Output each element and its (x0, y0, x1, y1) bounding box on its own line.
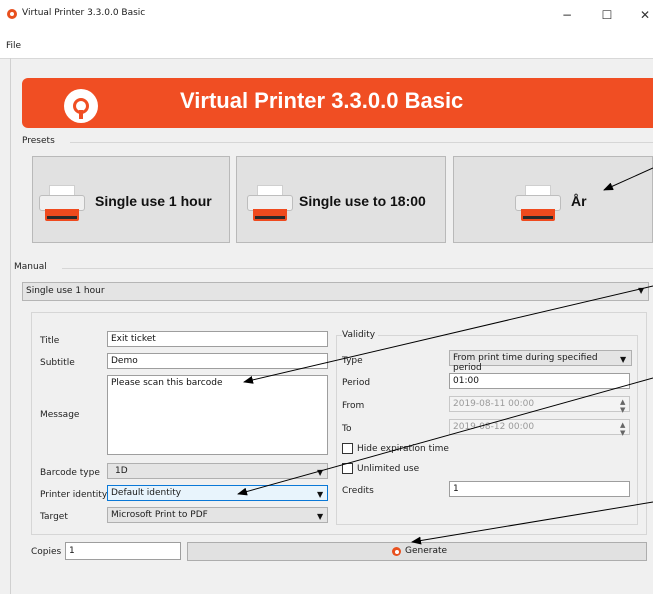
title-label: Title (40, 336, 60, 346)
validity-group-label: Validity (342, 330, 379, 340)
title-input[interactable] (107, 331, 328, 347)
barcode-type-value: 1D (115, 466, 128, 476)
preset-tile-label: Single use 1 hour (95, 193, 212, 209)
chevron-down-icon: ▼ (317, 468, 324, 477)
subtitle-input[interactable] (107, 353, 328, 369)
manual-group-label: Manual (14, 262, 47, 272)
chevron-down-icon: ▼ (638, 286, 645, 295)
period-label: Period (342, 378, 371, 388)
copies-input[interactable] (65, 542, 181, 560)
preset-select[interactable] (22, 282, 649, 301)
target-value: Microsoft Print to PDF (111, 510, 208, 520)
barcode-type-select[interactable]: 1D (107, 463, 328, 479)
credits-input[interactable] (449, 481, 630, 497)
credits-label: Credits (342, 486, 374, 496)
target-label: Target (40, 512, 68, 522)
printer-identity-label: Printer identity (40, 490, 108, 500)
preset-tile-single-use-1-hour[interactable]: Single use 1 hour (32, 156, 230, 243)
period-input[interactable] (449, 373, 630, 389)
chevron-down-icon: ▼ (317, 512, 324, 521)
menu-bar (0, 30, 653, 58)
chevron-down-icon: ▼ (620, 355, 627, 364)
validity-type-select[interactable]: From print time during specified period (449, 350, 632, 373)
printer-icon (247, 185, 293, 223)
left-border (10, 58, 11, 594)
to-datetime[interactable]: 2019-08-12 00:00 (449, 419, 630, 435)
printer-identity-value: Default identity (111, 488, 182, 498)
unlimited-use-checkbox[interactable] (342, 463, 353, 474)
from-label: From (342, 401, 365, 411)
to-label: To (342, 424, 352, 434)
message-text: Please scan this barcode (111, 378, 223, 388)
spinner-icon: ▲ ▼ (620, 398, 626, 414)
menu-file[interactable]: File (6, 41, 21, 51)
type-label: Type (342, 356, 363, 366)
presets-group-label: Presets (22, 136, 55, 146)
maximize-button[interactable]: ☐ (592, 4, 622, 26)
to-value: 2019-08-12 00:00 (453, 422, 535, 432)
printer-icon (515, 185, 561, 223)
copies-label: Copies (31, 547, 62, 557)
subtitle-label: Subtitle (40, 358, 75, 368)
preset-select-value: Single use 1 hour (26, 286, 105, 296)
window-title: Virtual Printer 3.3.0.0 Basic (22, 8, 146, 18)
manual-group-line (62, 268, 653, 269)
presets-group-line (70, 142, 653, 143)
close-button[interactable]: ✕ (630, 4, 653, 26)
generate-button-label: Generate (405, 546, 448, 556)
generate-icon (392, 547, 401, 556)
banner-title: Virtual Printer 3.3.0.0 Basic (180, 88, 464, 113)
printer-icon (39, 185, 85, 223)
barcode-type-label: Barcode type (40, 468, 100, 478)
brand-logo-stem (79, 110, 83, 119)
message-label: Message (40, 410, 80, 420)
from-value: 2019-08-11 00:00 (453, 399, 535, 409)
hide-expiration-label: Hide expiration time (357, 444, 449, 454)
chevron-down-icon: ▼ (317, 490, 324, 499)
unlimited-use-label: Unlimited use (357, 464, 420, 474)
preset-tile-single-use-to-1800[interactable]: Single use to 18:00 (236, 156, 446, 243)
app-icon (7, 9, 17, 19)
message-textarea[interactable]: Please scan this barcode (107, 375, 328, 455)
hide-expiration-checkbox[interactable] (342, 443, 353, 454)
menu-separator (0, 58, 653, 59)
minimize-button[interactable]: − (552, 4, 582, 26)
spinner-icon: ▲ ▼ (620, 421, 626, 437)
preset-tile-label: År (571, 193, 587, 209)
preset-tile-ar[interactable]: År (453, 156, 653, 243)
preset-tile-label: Single use to 18:00 (299, 193, 426, 209)
printer-identity-select[interactable]: Default identity (107, 485, 328, 501)
from-datetime[interactable]: 2019-08-11 00:00 (449, 396, 630, 412)
target-select[interactable]: Microsoft Print to PDF (107, 507, 328, 523)
